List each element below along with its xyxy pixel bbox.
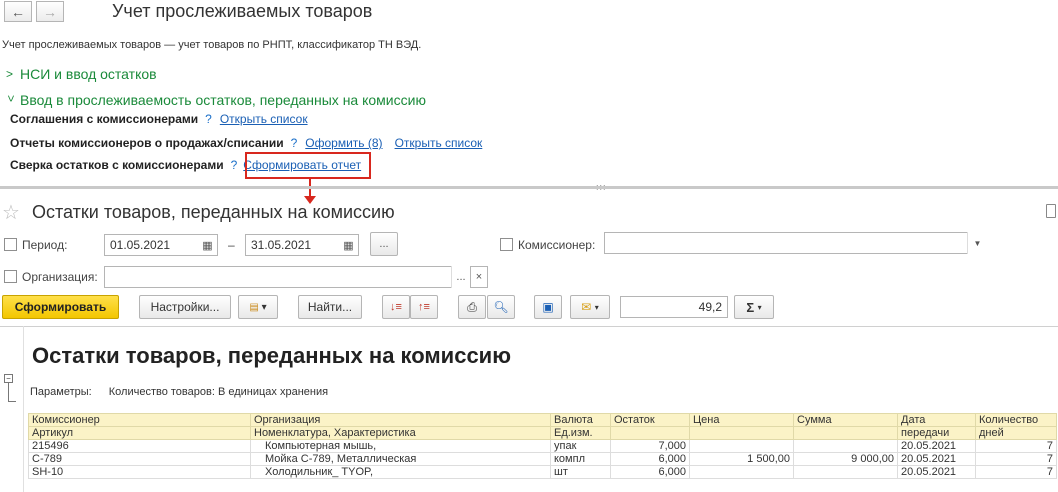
table-row[interactable]: SH-10 Холодильник_ TYOP, шт 6,000 20.05.… — [28, 465, 1057, 479]
issue-link[interactable]: Оформить (8) — [305, 136, 382, 150]
help-icon[interactable]: ? — [291, 136, 298, 150]
forward-button[interactable]: → — [36, 1, 64, 22]
grouping-gutter — [0, 326, 24, 492]
sum-field[interactable]: 49,2 — [620, 296, 728, 318]
organization-checkbox[interactable] — [4, 270, 17, 283]
page-description: Учет прослеживаемых товаров — учет товар… — [2, 39, 422, 51]
report-form-title: Остатки товаров, переданных на комиссию — [32, 202, 395, 222]
period-checkbox[interactable] — [4, 238, 17, 251]
collapse-icon[interactable]: − — [4, 374, 13, 383]
row-agreements: Соглашения с комиссионерами ? Открыть сп… — [10, 112, 320, 126]
commissioner-label: Комиссионер: — [518, 238, 596, 252]
chevron-down-icon: > — [4, 95, 18, 103]
group-line — [8, 383, 9, 401]
help-icon[interactable]: ? — [205, 112, 212, 126]
star-icon[interactable]: ☆ — [2, 200, 20, 225]
report-variants-icon: ▤ — [249, 301, 259, 313]
group-commission[interactable]: > Ввод в прослеживаемость остатков, пере… — [4, 92, 426, 108]
group-commission-label: Ввод в прослеживаемость остатков, переда… — [20, 92, 426, 108]
group-line — [8, 401, 16, 402]
table-row[interactable]: 215496 Компьютерная мышь, упак 7,000 20.… — [28, 439, 1057, 453]
back-button[interactable]: ← — [4, 1, 32, 22]
grip-icon: ::: — [596, 182, 607, 192]
table-row[interactable]: С-789 Мойка С-789, Металлическая компл 6… — [28, 452, 1057, 466]
sigma-icon: Σ — [746, 299, 755, 315]
page-title: Учет прослеживаемых товаров — [112, 1, 373, 21]
report-title: Остатки товаров, переданных на комиссию — [32, 343, 511, 368]
generate-button[interactable]: Сформировать — [2, 295, 119, 319]
variants-button[interactable]: ▤ ▾ — [238, 295, 278, 319]
envelope-icon: ✉ — [581, 300, 592, 314]
print-icon[interactable]: ⎙ — [458, 295, 486, 319]
sum-mode-button[interactable]: Σ ▾ — [734, 295, 774, 319]
dropdown-icon[interactable]: ▼ — [967, 232, 987, 254]
row-label: Сверка остатков с комиссионерами — [10, 158, 224, 172]
row-label: Соглашения с комиссионерами — [10, 112, 199, 126]
open-list-link[interactable]: Открыть список — [220, 112, 308, 126]
splitter[interactable] — [0, 186, 1058, 189]
calendar-icon[interactable]: ▦ — [197, 234, 218, 256]
group-nsi[interactable]: > НСИ и ввод остатков — [6, 66, 157, 82]
menu-icon[interactable] — [1046, 204, 1056, 218]
row-label: Отчеты комиссионеров о продажах/списании — [10, 136, 284, 150]
save-icon[interactable]: ▣ — [534, 295, 562, 319]
commissioner-field[interactable] — [604, 232, 987, 254]
arrow-right-icon: → — [43, 3, 57, 20]
highlight-box — [245, 152, 371, 179]
period-select-button[interactable]: ... — [370, 232, 398, 256]
sort-asc-icon[interactable]: ↓≡ — [382, 295, 410, 319]
group-nsi-label: НСИ и ввод остатков — [20, 66, 157, 82]
clear-icon[interactable]: × — [470, 266, 488, 288]
report-table: Комиссионер Организация Валюта Остаток Ц… — [28, 413, 1057, 479]
row-reports: Отчеты комиссионеров о продажах/списании… — [10, 136, 494, 150]
header-row: Комиссионер Организация Валюта Остаток Ц… — [28, 413, 1057, 427]
preview-icon[interactable]: 🔍︎ — [487, 295, 515, 319]
settings-button[interactable]: Настройки... — [139, 295, 231, 319]
period-label: Период: — [22, 238, 68, 252]
organization-label: Организация: — [22, 270, 98, 284]
find-button[interactable]: Найти... — [298, 295, 362, 319]
organization-field[interactable] — [104, 266, 470, 288]
help-icon[interactable]: ? — [231, 158, 238, 172]
report-params: Параметры: Количество товаров: В единица… — [30, 386, 329, 398]
open-list-link[interactable]: Открыть список — [395, 136, 483, 150]
commissioner-checkbox[interactable] — [500, 238, 513, 251]
email-button[interactable]: ✉ ▾ — [570, 295, 610, 319]
chevron-right-icon: > — [6, 67, 14, 81]
arrow-left-icon: ← — [11, 3, 25, 20]
calendar-icon[interactable]: ▦ — [338, 234, 359, 256]
sort-desc-icon[interactable]: ↑≡ — [410, 295, 438, 319]
dash-separator: – — [228, 238, 235, 252]
select-button[interactable]: ... — [451, 266, 470, 288]
header-row: Артикул Номенклатура, Характеристика Ед.… — [28, 426, 1057, 440]
